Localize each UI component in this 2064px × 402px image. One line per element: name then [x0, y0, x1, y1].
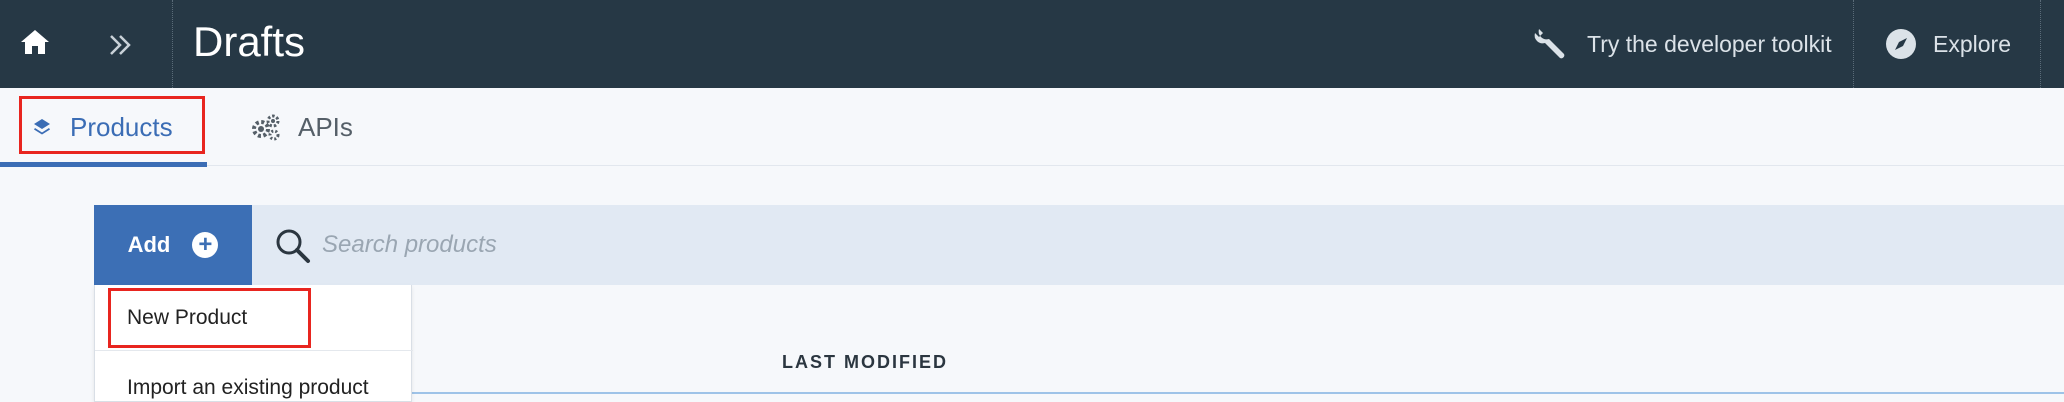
- header-divider: [172, 0, 173, 88]
- column-header-last-modified[interactable]: LAST MODIFIED: [782, 352, 948, 373]
- menu-item-label: New Product: [127, 305, 248, 329]
- menu-item-new-product[interactable]: New Product: [95, 285, 413, 351]
- compass-icon: [1885, 28, 1917, 60]
- explore-label: Explore: [1933, 30, 2011, 57]
- developer-toolkit-label: Try the developer toolkit: [1587, 30, 1832, 57]
- menu-item-label: Import an existing product: [127, 376, 369, 399]
- layers-icon: [32, 117, 52, 137]
- developer-toolkit-link[interactable]: Try the developer toolkit: [1533, 0, 1832, 88]
- add-button[interactable]: Add +: [94, 205, 252, 285]
- header-divider: [1853, 0, 1854, 88]
- search-input[interactable]: [322, 221, 1222, 269]
- active-tab-indicator: [0, 162, 207, 167]
- plus-circle-icon: +: [192, 232, 219, 258]
- home-button[interactable]: [0, 0, 70, 88]
- search-icon: [274, 227, 312, 265]
- menu-item-import-product[interactable]: Import an existing product: [95, 352, 413, 402]
- double-chevron-right-icon: [108, 22, 134, 67]
- tab-products[interactable]: Products: [0, 88, 207, 167]
- tab-products-label: Products: [70, 111, 173, 142]
- add-button-label: Add: [127, 232, 171, 257]
- tab-apis-label: APIs: [298, 111, 353, 142]
- header-divider: [2040, 0, 2041, 88]
- tab-bar: Products APIs: [0, 88, 2064, 167]
- explore-link[interactable]: Explore: [1885, 0, 2011, 88]
- wrench-icon: [1533, 25, 1571, 63]
- top-navigation-bar: Drafts Try the developer toolkit Explore: [0, 0, 2064, 88]
- expand-navigation-button[interactable]: [70, 0, 172, 88]
- home-icon: [20, 28, 50, 61]
- tab-apis[interactable]: APIs: [250, 88, 353, 166]
- page-title: Drafts: [193, 18, 306, 65]
- add-dropdown-menu: New Product Import an existing product: [94, 285, 413, 402]
- gears-icon: [250, 113, 280, 141]
- products-toolbar: Add +: [94, 205, 2064, 285]
